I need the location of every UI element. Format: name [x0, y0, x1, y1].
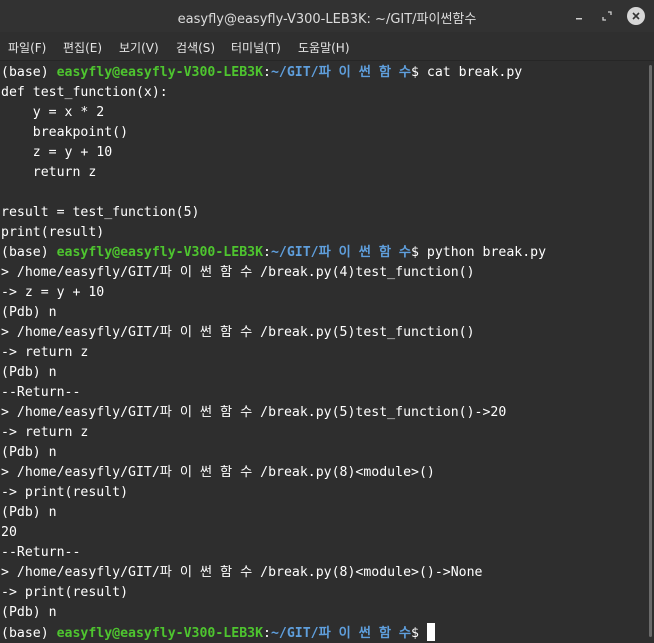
prompt-path: ~/GIT/파 이 썬 함 수 — [270, 626, 412, 641]
output-line: -> z = y + 10 — [1, 285, 105, 300]
source-line: return z — [1, 165, 97, 180]
output-line: -> print(result) — [1, 485, 129, 500]
prompt-dollar: $ — [411, 65, 427, 80]
prompt-dollar: $ — [411, 245, 427, 260]
minimize-button[interactable] — [568, 5, 590, 27]
prompt-colon: : — [263, 65, 271, 80]
maximize-button[interactable] — [596, 5, 618, 27]
source-line: breakpoint() — [1, 125, 129, 140]
menu-bar: 파일(F) 편집(E) 보기(V) 검색(S) 터미널(T) 도움말(H) — [0, 32, 654, 61]
output-line: -> print(result) — [1, 585, 129, 600]
source-line — [0, 183, 642, 203]
text-cursor — [426, 623, 435, 641]
prompt-dollar: $ — [411, 626, 427, 641]
menu-help[interactable]: 도움말(H) — [298, 39, 350, 56]
output-line: -> return z — [1, 345, 89, 360]
maximize-icon — [602, 11, 612, 21]
title-bar[interactable]: easyfly@easyfly-V300-LEB3K: ~/GIT/파이썬함수 — [0, 0, 654, 32]
source-line: result = test_function(5) — [1, 205, 200, 220]
menu-view[interactable]: 보기(V) — [119, 39, 159, 56]
source-line: print(result) — [1, 225, 105, 240]
output-line: > /home/easyfly/GIT/파 이 썬 함 수 /break.py(… — [1, 565, 483, 580]
prompt-path: ~/GIT/파 이 썬 함 수 — [270, 245, 412, 260]
prompt-line: (base) easyfly@easyfly-V300-LEB3K:~/GIT/… — [0, 63, 642, 83]
command-text: python break.py — [426, 245, 547, 260]
command-text: cat break.py — [426, 65, 523, 80]
output-line: > /home/easyfly/GIT/파 이 썬 함 수 /break.py(… — [1, 265, 475, 280]
terminal-output[interactable]: (base) easyfly@easyfly-V300-LEB3K:~/GIT/… — [0, 61, 642, 643]
source-line: z = y + 10 — [1, 145, 113, 160]
prompt-env: (base) — [1, 626, 57, 641]
prompt-env: (base) — [1, 245, 57, 260]
close-button[interactable] — [625, 5, 647, 27]
menu-search[interactable]: 검색(S) — [176, 39, 215, 56]
output-line: (Pdb) n — [1, 305, 57, 320]
scrollbar-thumb[interactable] — [649, 65, 652, 637]
scrollbar[interactable] — [642, 61, 654, 643]
minimize-icon — [576, 18, 582, 20]
prompt-line: (base) easyfly@easyfly-V300-LEB3K:~/GIT/… — [0, 243, 642, 263]
output-line: (Pdb) n — [1, 505, 57, 520]
menu-terminal[interactable]: 터미널(T) — [231, 39, 281, 56]
terminal-window: easyfly@easyfly-V300-LEB3K: ~/GIT/파이썬함수 … — [0, 0, 654, 643]
source-line: y = x * 2 — [1, 105, 105, 120]
output-line: --Return-- — [1, 385, 81, 400]
prompt-line-active[interactable]: (base) easyfly@easyfly-V300-LEB3K:~/GIT/… — [0, 623, 642, 643]
menu-file[interactable]: 파일(F) — [8, 39, 46, 56]
output-line: > /home/easyfly/GIT/파 이 썬 함 수 /break.py(… — [1, 325, 475, 340]
output-line: (Pdb) n — [1, 605, 57, 620]
prompt-colon: : — [263, 626, 271, 641]
output-line: -> return z — [1, 425, 89, 440]
output-line: > /home/easyfly/GIT/파 이 썬 함 수 /break.py(… — [1, 465, 435, 480]
prompt-colon: : — [263, 245, 271, 260]
output-line: (Pdb) n — [1, 365, 57, 380]
output-line: --Return-- — [1, 545, 81, 560]
prompt-user-host: easyfly@easyfly-V300-LEB3K — [56, 626, 264, 641]
prompt-path: ~/GIT/파 이 썬 함 수 — [270, 65, 412, 80]
menu-edit[interactable]: 편집(E) — [63, 39, 102, 56]
output-line: > /home/easyfly/GIT/파 이 썬 함 수 /break.py(… — [1, 405, 507, 420]
output-line: 20 — [1, 525, 17, 540]
prompt-env: (base) — [1, 65, 57, 80]
prompt-user-host: easyfly@easyfly-V300-LEB3K — [56, 245, 264, 260]
close-icon — [632, 12, 640, 20]
source-line: def test_function(x): — [1, 85, 168, 100]
window-title: easyfly@easyfly-V300-LEB3K: ~/GIT/파이썬함수 — [177, 12, 477, 27]
output-line: (Pdb) n — [1, 445, 57, 460]
prompt-user-host: easyfly@easyfly-V300-LEB3K — [56, 65, 264, 80]
